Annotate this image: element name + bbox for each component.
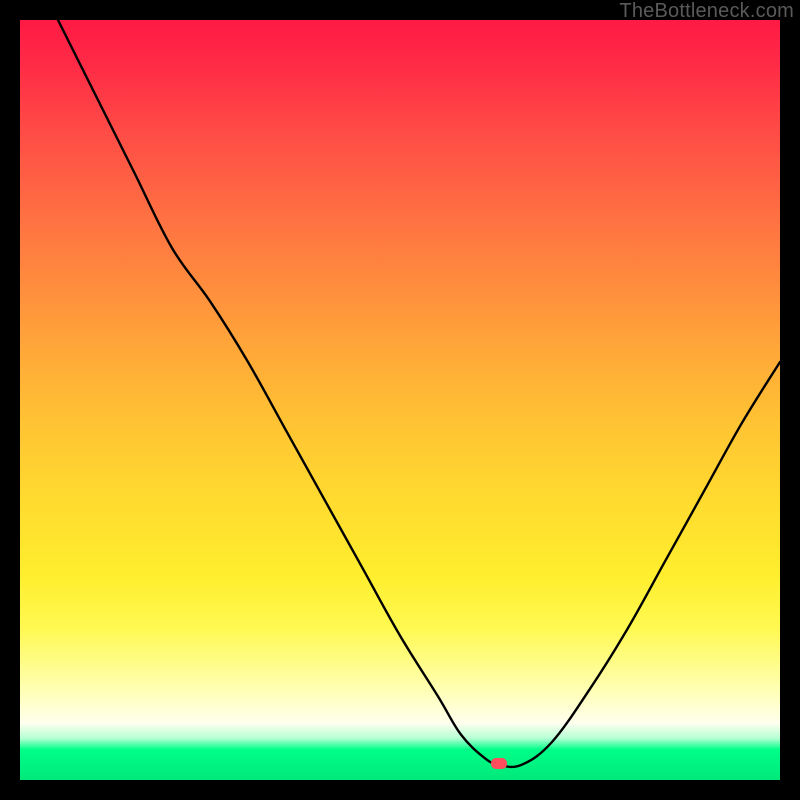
plot-area [20,20,780,780]
watermark-text: TheBottleneck.com [619,0,794,23]
bottleneck-curve [20,20,780,780]
bottleneck-curve-line [58,20,780,767]
optimum-marker [491,758,507,769]
chart-frame: TheBottleneck.com [0,0,800,800]
